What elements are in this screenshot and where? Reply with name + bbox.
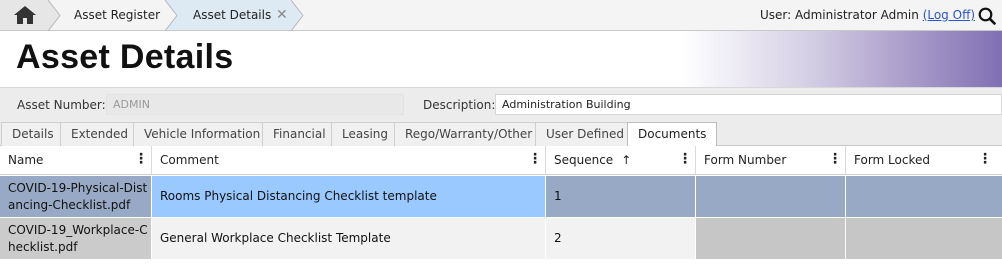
home-icon <box>14 6 36 24</box>
cell-sequence[interactable]: 2 <box>546 218 696 260</box>
cell-comment[interactable]: General Workplace Checklist Template <box>152 218 546 260</box>
column-menu-icon[interactable]: ⋮ <box>978 146 992 175</box>
column-header-form-locked-label: Form Locked <box>854 153 930 167</box>
documents-grid: Name ⋮ Comment ⋮ Sequence ↑ ⋮ Form Number… <box>0 146 1002 268</box>
asset-number-label: Asset Number: <box>17 98 106 112</box>
column-menu-icon[interactable]: ⋮ <box>828 146 842 175</box>
table-row[interactable]: COVID-19_Workplace-Checklist.pdf General… <box>0 218 1002 260</box>
tab-details[interactable]: Details <box>1 122 65 146</box>
log-off-link[interactable]: (Log Off) <box>923 8 975 22</box>
tab-rego-warranty-other[interactable]: Rego/Warranty/Other <box>394 122 544 146</box>
asset-number-field[interactable]: ADMIN <box>106 94 404 115</box>
cell-form-number[interactable] <box>696 218 846 260</box>
breadcrumb-separator <box>291 0 304 31</box>
column-menu-icon[interactable]: ⋮ <box>678 146 692 175</box>
tab-user-defined[interactable]: User Defined <box>535 122 635 146</box>
cell-name[interactable]: COVID-19-Physical-Distancing-Checklist.p… <box>0 176 152 218</box>
column-header-comment[interactable]: Comment <box>152 146 546 175</box>
cell-form-locked[interactable] <box>846 218 1002 260</box>
column-menu-icon[interactable]: ⋮ <box>528 146 542 175</box>
cell-name[interactable]: COVID-19_Workplace-Checklist.pdf <box>0 218 152 260</box>
column-header-name-label: Name <box>8 153 44 167</box>
user-label: User: Administrator Admin <box>760 8 923 22</box>
tab-documents[interactable]: Documents <box>627 122 718 147</box>
user-info: User: Administrator Admin (Log Off) <box>760 0 975 30</box>
home-button[interactable] <box>0 0 48 30</box>
column-header-comment-label: Comment <box>160 153 219 167</box>
asset-tabs: Details Extended Vehicle Information Fin… <box>0 120 1002 147</box>
page-header: Asset Details <box>0 31 1002 87</box>
column-header-form-number[interactable]: Form Number <box>696 146 846 175</box>
sort-ascending-icon: ↑ <box>621 153 632 167</box>
close-icon[interactable]: ✕ <box>276 7 288 23</box>
tab-financial[interactable]: Financial <box>262 122 337 146</box>
breadcrumb-asset-register[interactable]: Asset Register <box>74 0 160 30</box>
cell-sequence[interactable]: 1 <box>546 176 696 218</box>
column-menu-icon[interactable]: ⋮ <box>134 146 148 175</box>
grid-header: Name ⋮ Comment ⋮ Sequence ↑ ⋮ Form Number… <box>0 146 1002 175</box>
breadcrumb-separator <box>48 0 61 31</box>
cell-comment[interactable]: Rooms Physical Distancing Checklist temp… <box>152 176 546 218</box>
column-header-form-number-label: Form Number <box>704 153 787 167</box>
column-header-sequence-label: Sequence <box>554 153 614 167</box>
page-title: Asset Details <box>16 38 234 76</box>
breadcrumb-asset-details[interactable]: Asset Details <box>193 0 271 30</box>
breadcrumb-separator <box>165 0 178 31</box>
description-field[interactable]: Administration Building <box>495 94 1002 115</box>
cell-form-locked[interactable] <box>846 176 1002 218</box>
tab-vehicle-information[interactable]: Vehicle Information <box>133 122 272 146</box>
search-icon[interactable] <box>978 7 996 25</box>
top-navigation-bar: Asset Register Asset Details ✕ User: Adm… <box>0 0 1002 31</box>
column-header-name[interactable]: Name <box>0 146 152 175</box>
tab-extended[interactable]: Extended <box>60 122 139 146</box>
column-header-sequence[interactable]: Sequence ↑ <box>546 146 696 175</box>
description-label: Description: <box>423 98 496 112</box>
asset-fields-row: Asset Number: ADMIN Description: Adminis… <box>0 87 1002 120</box>
cell-form-number[interactable] <box>696 176 846 218</box>
tab-leasing[interactable]: Leasing <box>331 122 400 146</box>
table-row[interactable]: COVID-19-Physical-Distancing-Checklist.p… <box>0 176 1002 218</box>
